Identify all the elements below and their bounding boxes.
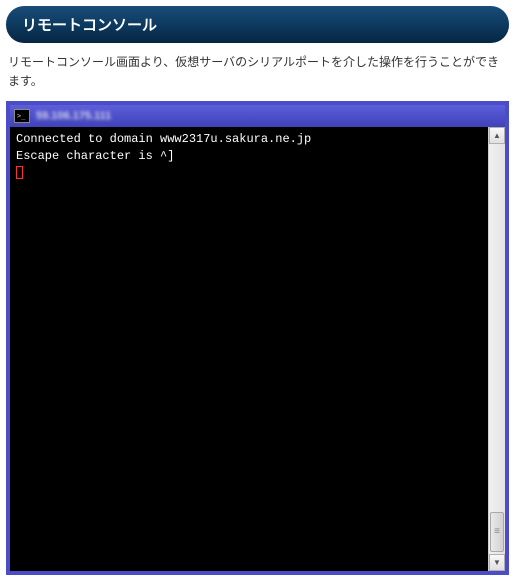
page-description: リモートコンソール画面より、仮想サーバのシリアルポートを介した操作を行うことがで… bbox=[0, 53, 515, 101]
scroll-down-button[interactable]: ▼ bbox=[489, 554, 505, 571]
vertical-scrollbar[interactable]: ▲ ▼ bbox=[488, 127, 505, 571]
scroll-thumb[interactable] bbox=[490, 512, 504, 552]
page-title-bar: リモートコンソール bbox=[6, 6, 509, 43]
scroll-track[interactable] bbox=[489, 144, 505, 554]
console-window: 59.106.175.111 Connected to domain www23… bbox=[6, 101, 509, 575]
page-title: リモートコンソール bbox=[22, 17, 157, 34]
terminal-output[interactable]: Connected to domain www2317u.sakura.ne.j… bbox=[10, 127, 488, 571]
console-title-bar[interactable]: 59.106.175.111 bbox=[10, 105, 505, 127]
console-title-text: 59.106.175.111 bbox=[36, 110, 111, 122]
terminal-wrap: Connected to domain www2317u.sakura.ne.j… bbox=[10, 127, 505, 571]
terminal-line-1: Connected to domain www2317u.sakura.ne.j… bbox=[16, 132, 311, 146]
scroll-up-button[interactable]: ▲ bbox=[489, 127, 505, 144]
terminal-icon bbox=[14, 109, 30, 123]
description-text: リモートコンソール画面より、仮想サーバのシリアルポートを介した操作を行うことがで… bbox=[8, 55, 499, 88]
terminal-cursor bbox=[16, 166, 23, 179]
terminal-line-2: Escape character is ^] bbox=[16, 149, 174, 163]
